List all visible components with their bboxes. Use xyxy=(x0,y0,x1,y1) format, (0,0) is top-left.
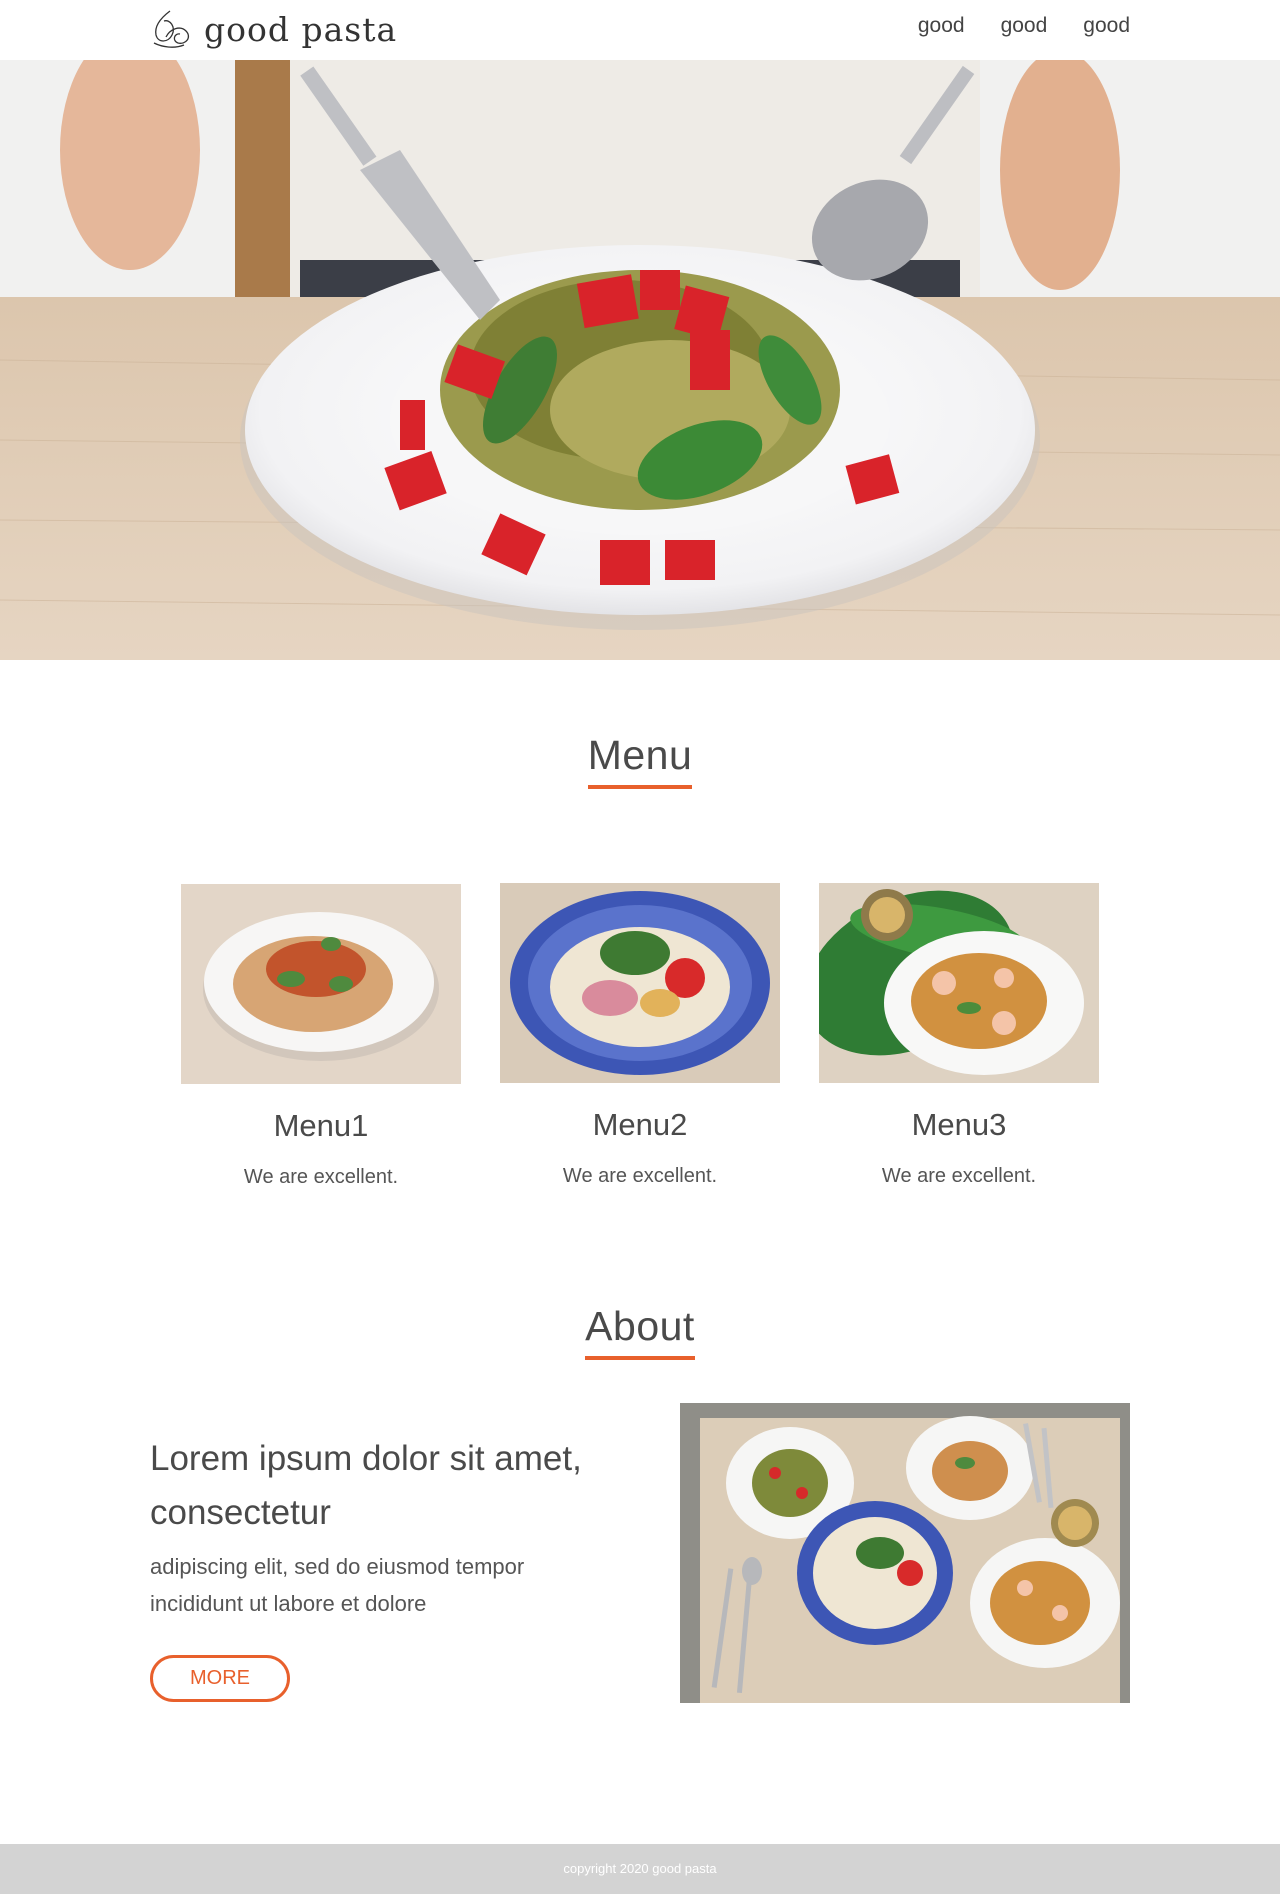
menu-image-2 xyxy=(500,883,780,1083)
menu-card-3[interactable]: Menu3 We are excellent. xyxy=(819,883,1099,1188)
menu-section-title: Menu xyxy=(587,732,693,789)
logo-text: good pasta xyxy=(204,9,398,49)
copyright-text: copyright 2020 good pasta xyxy=(563,1861,717,1876)
menu-card-2[interactable]: Menu2 We are excellent. xyxy=(500,883,780,1188)
menu-desc-2: We are excellent. xyxy=(562,1165,718,1187)
menu-image-3 xyxy=(819,883,1099,1083)
nav-link-2[interactable]: good xyxy=(1001,14,1048,38)
pasta-swirl-icon xyxy=(153,10,190,48)
menu-list: Menu1 We are excellent. Menu2 We are exc… xyxy=(181,883,1099,1204)
menu-desc-1: We are excellent. xyxy=(243,1166,399,1188)
about-section-title: About xyxy=(585,1303,695,1360)
about-heading: Lorem ipsum dolor sit amet, consectetur xyxy=(150,1439,582,1532)
site-header: good pasta good good good xyxy=(0,0,1280,60)
menu-title-1: Menu1 xyxy=(273,1108,369,1143)
about-text-block: Lorem ipsum dolor sit amet, consectetur … xyxy=(150,1432,620,1622)
nav-link-1[interactable]: good xyxy=(918,14,965,38)
menu-desc-3: We are excellent. xyxy=(881,1165,1037,1187)
nav-link-3[interactable]: good xyxy=(1083,14,1130,38)
about-image xyxy=(680,1403,1130,1703)
menu-title-3: Menu3 xyxy=(911,1107,1007,1142)
more-button[interactable]: MORE xyxy=(150,1655,290,1702)
menu-title-2: Menu2 xyxy=(592,1107,688,1142)
menu-section-title-wrap: Menu xyxy=(0,732,1280,789)
about-section-title-wrap: About xyxy=(0,1303,1280,1360)
main-nav: good good good xyxy=(918,14,1130,38)
menu-image-1 xyxy=(181,884,461,1084)
about-body: adipiscing elit, sed do eiusmod tempor i… xyxy=(150,1554,525,1616)
site-logo[interactable]: good pasta xyxy=(148,6,397,52)
hero-image xyxy=(0,60,1280,660)
menu-card-1[interactable]: Menu1 We are excellent. xyxy=(181,884,461,1189)
site-footer: copyright 2020 good pasta xyxy=(0,1844,1280,1894)
